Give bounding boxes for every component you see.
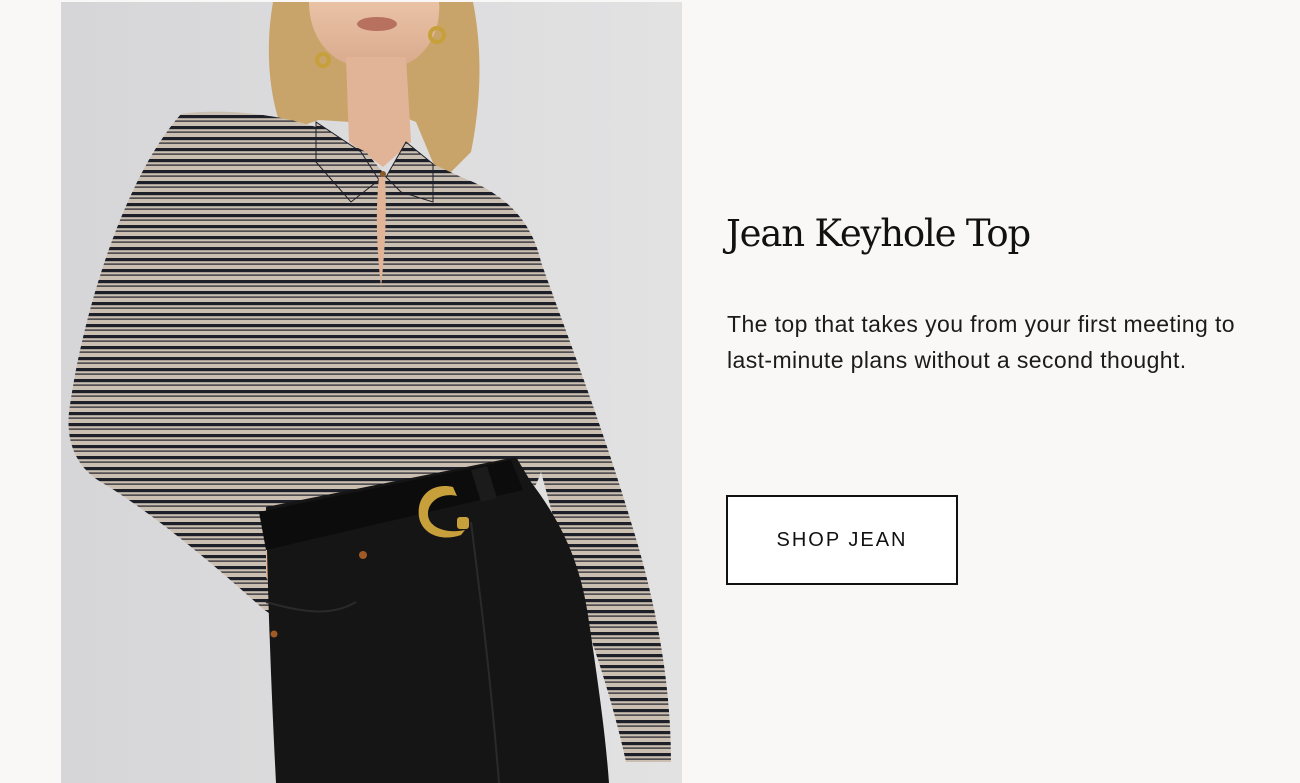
model-illustration [61, 2, 682, 783]
product-title: Jean Keyhole Top [726, 212, 1031, 255]
shop-jean-button[interactable]: SHOP JEAN [726, 495, 958, 585]
rivet [270, 630, 278, 638]
buckle-bar [457, 517, 469, 529]
rivet [359, 551, 367, 559]
lips [357, 17, 397, 31]
product-photo [61, 2, 682, 783]
product-description: The top that takes you from your first m… [727, 311, 1235, 373]
keyhole-button [380, 171, 386, 177]
